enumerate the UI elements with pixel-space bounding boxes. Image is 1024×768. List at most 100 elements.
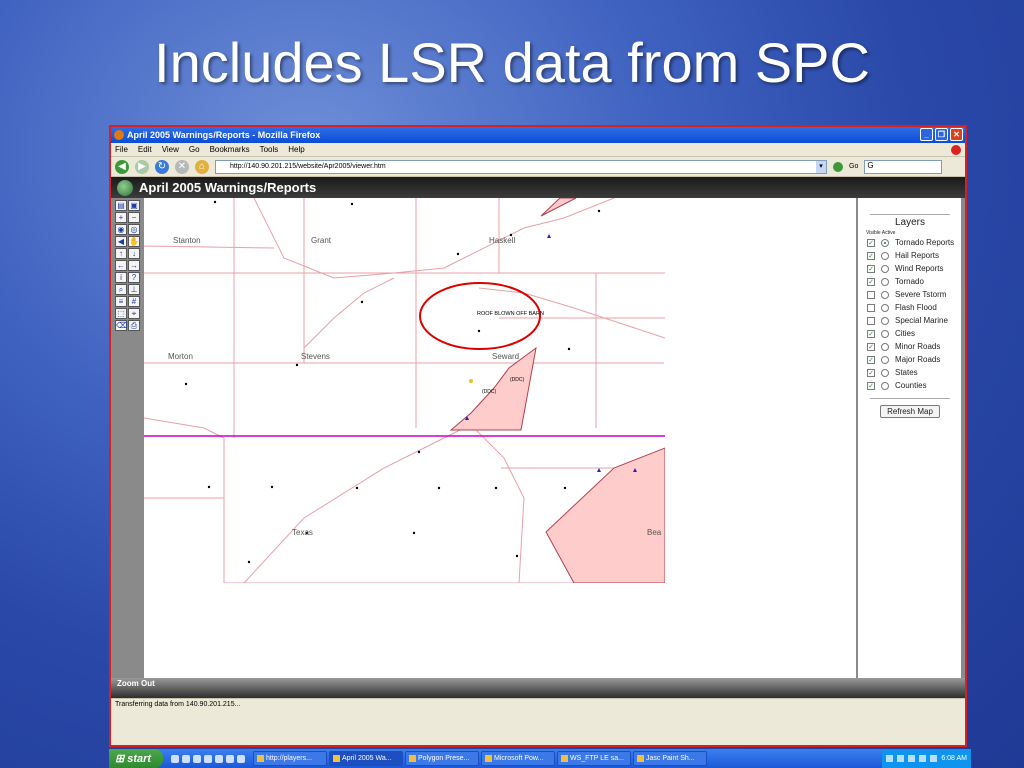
forward-icon[interactable]: ▶ <box>135 159 149 174</box>
layer-active-radio[interactable] <box>881 316 889 325</box>
layer-visible-checkbox[interactable]: ✓ <box>867 342 875 351</box>
taskbar-button-label: Jasc Paint Sh... <box>646 755 695 762</box>
taskbar-button-label: Polygon Prese... <box>418 755 470 762</box>
title-bar[interactable]: April 2005 Warnings/Reports - Mozilla Fi… <box>111 127 965 143</box>
go-label[interactable]: Go <box>849 163 858 170</box>
quick-launch-icon[interactable] <box>171 754 179 763</box>
menu-bookmarks[interactable]: Bookmarks <box>210 145 250 154</box>
layer-visible-checkbox[interactable] <box>867 316 875 325</box>
county-label: Texas <box>292 528 313 537</box>
refresh-map-button[interactable]: Refresh Map <box>880 405 940 418</box>
identify-icon[interactable]: i <box>115 272 127 283</box>
quick-launch-icon[interactable] <box>182 754 190 763</box>
taskbar-button[interactable]: Polygon Prese... <box>405 751 479 766</box>
clock[interactable]: 6:08 AM <box>941 755 967 762</box>
layer-active-radio[interactable] <box>881 238 889 247</box>
start-button[interactable]: ⊞ start <box>109 749 163 768</box>
menu-help[interactable]: Help <box>288 145 304 154</box>
query-icon[interactable]: ≡ <box>115 296 127 307</box>
taskbar-button[interactable]: http://players... <box>253 751 327 766</box>
menu-go[interactable]: Go <box>189 145 200 154</box>
quick-launch-icon[interactable] <box>204 754 212 763</box>
print-icon[interactable]: ⎙ <box>128 320 140 331</box>
zoom-previous-icon[interactable]: ◀ <box>115 236 127 247</box>
select-rect-icon[interactable]: ⬚ <box>115 308 127 319</box>
measure-icon[interactable]: ⊥ <box>128 284 140 295</box>
minimize-button[interactable]: _ <box>920 128 933 141</box>
map-canvas[interactable]: Stanton Grant Haskell Morton Stevens Sew… <box>144 198 665 583</box>
url-dropdown-icon[interactable]: ▾ <box>816 160 826 173</box>
layer-visible-checkbox[interactable]: ✓ <box>867 264 875 273</box>
tray-icon[interactable] <box>897 755 905 762</box>
pan-west-icon[interactable]: ← <box>115 260 127 271</box>
layer-active-radio[interactable] <box>881 277 889 286</box>
zoom-active-icon[interactable]: ◎ <box>128 224 140 235</box>
url-input[interactable]: http://140.90.201.215/website/Apr2005/vi… <box>215 159 827 174</box>
quick-launch <box>171 754 245 763</box>
menu-file[interactable]: File <box>115 145 128 154</box>
layer-active-radio[interactable] <box>881 381 889 390</box>
taskbar-button[interactable]: April 2005 Wa... <box>329 751 403 766</box>
tray-icon[interactable] <box>919 755 927 762</box>
back-icon[interactable]: ◀ <box>115 159 129 174</box>
overview-icon[interactable]: ▣ <box>128 200 140 211</box>
layer-active-radio[interactable] <box>881 303 889 312</box>
go-icon[interactable] <box>833 161 843 172</box>
pan-icon[interactable]: ✋ <box>128 236 140 247</box>
layer-visible-checkbox[interactable]: ✓ <box>867 355 875 364</box>
layer-visible-checkbox[interactable]: ✓ <box>867 329 875 338</box>
map-svg: Stanton Grant Haskell Morton Stevens Sew… <box>144 198 665 583</box>
layer-active-radio[interactable] <box>881 368 889 377</box>
hail-report-marker[interactable] <box>469 379 473 383</box>
layer-visible-checkbox[interactable]: ✓ <box>867 251 875 260</box>
layer-visible-checkbox[interactable] <box>867 290 875 299</box>
quick-launch-icon[interactable] <box>215 754 223 763</box>
zoom-in-icon[interactable]: + <box>115 212 127 223</box>
taskbar-button[interactable]: Microsoft Pow... <box>481 751 555 766</box>
layer-active-radio[interactable] <box>881 264 889 273</box>
layer-row: Flash Flood <box>867 301 961 314</box>
full-extent-icon[interactable]: ◉ <box>115 224 127 235</box>
pan-south-icon[interactable]: ↓ <box>128 248 140 259</box>
taskbar-button[interactable]: Jasc Paint Sh... <box>633 751 707 766</box>
home-icon[interactable]: ⌂ <box>195 159 209 174</box>
stop-icon[interactable]: ✕ <box>175 159 189 174</box>
menu-tools[interactable]: Tools <box>260 145 279 154</box>
clear-selection-icon[interactable]: ⌫ <box>115 320 127 331</box>
toggle-legend-icon[interactable]: ▤ <box>115 200 127 211</box>
layer-active-radio[interactable] <box>881 251 889 260</box>
reload-icon[interactable]: ↻ <box>155 159 169 174</box>
menu-edit[interactable]: Edit <box>138 145 152 154</box>
quick-launch-icon[interactable] <box>226 754 234 763</box>
find-icon[interactable]: ⌕ <box>115 284 127 295</box>
layer-row: ✓ Major Roads <box>867 353 961 366</box>
zoom-out-icon[interactable]: − <box>128 212 140 223</box>
layer-visible-checkbox[interactable] <box>867 303 875 312</box>
search-input[interactable]: G <box>864 159 943 174</box>
layer-active-radio[interactable] <box>881 342 889 351</box>
layer-visible-checkbox[interactable]: ✓ <box>867 381 875 390</box>
quick-launch-icon[interactable] <box>237 754 245 763</box>
hyperlink-icon[interactable]: ? <box>128 272 140 283</box>
select-icon[interactable]: ⌖ <box>128 308 140 319</box>
tray-icon[interactable] <box>886 755 894 762</box>
taskbar-button[interactable]: WS_FTP LE sa... <box>557 751 631 766</box>
layer-active-radio[interactable] <box>881 355 889 364</box>
layer-visible-checkbox[interactable]: ✓ <box>867 277 875 286</box>
layer-active-radio[interactable] <box>881 329 889 338</box>
tray-icon[interactable] <box>908 755 916 762</box>
layer-visible-checkbox[interactable]: ✓ <box>867 238 875 247</box>
menu-view[interactable]: View <box>162 145 179 154</box>
layer-active-radio[interactable] <box>881 290 889 299</box>
tray-icon[interactable] <box>930 755 938 762</box>
layer-visible-checkbox[interactable]: ✓ <box>867 368 875 377</box>
app-icon <box>409 755 416 762</box>
pan-north-icon[interactable]: ↑ <box>115 248 127 259</box>
buffer-icon[interactable]: # <box>128 296 140 307</box>
maximize-button[interactable]: ❐ <box>935 128 948 141</box>
quick-launch-icon[interactable] <box>193 754 201 763</box>
pan-east-icon[interactable]: → <box>128 260 140 271</box>
warning-polygon-top[interactable] <box>540 198 577 217</box>
layer-row: ✓ Wind Reports <box>867 262 961 275</box>
close-button[interactable]: ✕ <box>950 128 963 141</box>
